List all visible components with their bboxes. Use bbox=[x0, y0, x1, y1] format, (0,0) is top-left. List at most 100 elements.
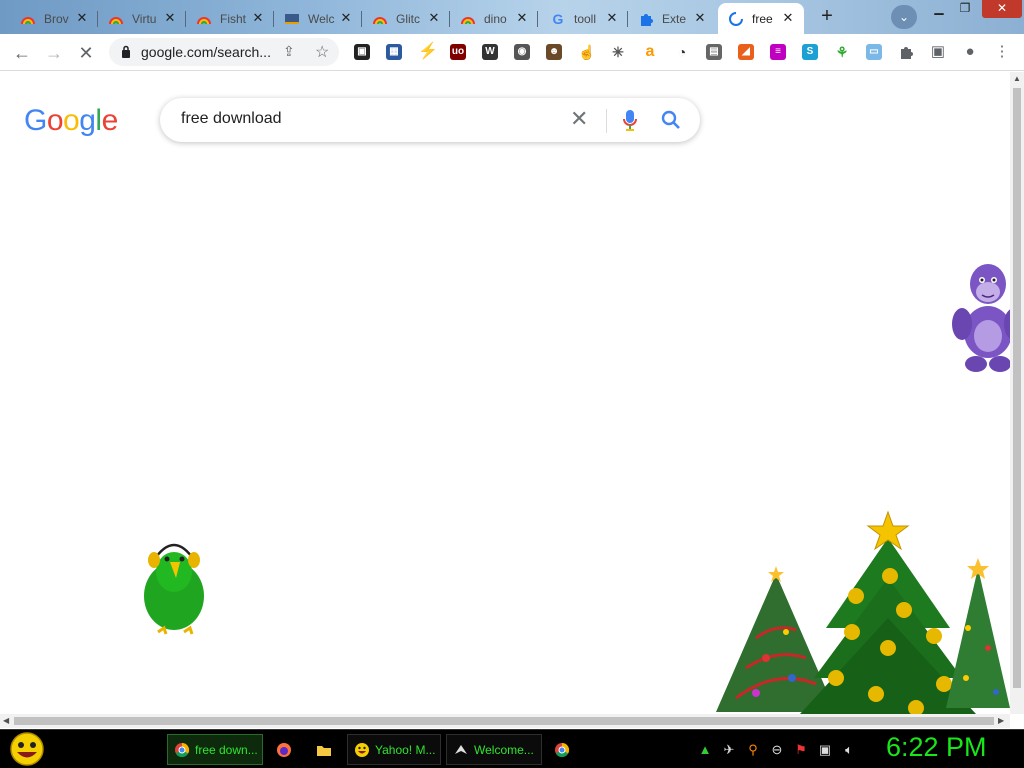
vertical-scrollbar[interactable]: ▲ bbox=[1010, 72, 1024, 714]
url-text: google.com/search... bbox=[141, 44, 271, 60]
tray-tree-icon[interactable]: ▲ bbox=[697, 742, 713, 758]
search-input[interactable]: free download bbox=[181, 110, 282, 128]
tab-6[interactable]: G tooll ✕ bbox=[540, 3, 628, 34]
extension-face-icon[interactable]: ☻ bbox=[546, 44, 562, 60]
tray-bird-icon[interactable]: ✈ bbox=[721, 742, 737, 758]
taskbar-item-firefox[interactable] bbox=[270, 734, 304, 765]
tab-8-active[interactable]: free ✕ bbox=[718, 3, 804, 34]
menu-kebab-icon[interactable]: ⋮ bbox=[993, 43, 1011, 61]
tray-minus-icon[interactable]: ⊖ bbox=[769, 742, 785, 758]
stop-button[interactable]: ✕ bbox=[75, 42, 97, 64]
extension-layers-icon[interactable]: ▤ bbox=[706, 44, 722, 60]
scroll-up-arrow-icon[interactable]: ▲ bbox=[1013, 74, 1021, 83]
tab-search-button[interactable]: ⌄ bbox=[891, 5, 917, 29]
google-logo[interactable]: Google bbox=[24, 104, 118, 138]
amazon-icon[interactable]: a bbox=[642, 44, 658, 60]
close-icon[interactable]: ✕ bbox=[692, 10, 708, 26]
clear-icon[interactable]: ✕ bbox=[570, 108, 588, 130]
chrome-rainbow-icon bbox=[196, 11, 212, 27]
extension-film-icon[interactable]: ◉ bbox=[514, 44, 530, 60]
clock[interactable]: 6:22 PM bbox=[886, 732, 987, 763]
extension-sparkle-icon[interactable]: ✳ bbox=[610, 44, 626, 60]
stop-icon: ✕ bbox=[78, 43, 94, 63]
tab-5[interactable]: dino ✕ bbox=[450, 3, 538, 34]
profile-avatar-icon[interactable]: ● bbox=[961, 43, 979, 61]
tab-0[interactable]: Brov ✕ bbox=[10, 3, 98, 34]
scroll-left-arrow-icon[interactable]: ◀ bbox=[3, 716, 9, 725]
close-icon[interactable]: ✕ bbox=[162, 10, 178, 26]
taskbar-item-chrome-active[interactable]: free down... bbox=[167, 734, 263, 765]
tab-title: free bbox=[752, 11, 773, 26]
tray-network-icon[interactable]: ▣ bbox=[817, 742, 833, 758]
start-smiley-icon[interactable] bbox=[8, 731, 46, 767]
puzzle-icon[interactable] bbox=[897, 43, 915, 61]
extension-bus-icon[interactable]: ▣ bbox=[354, 44, 370, 60]
chrome-icon bbox=[555, 742, 570, 757]
forward-button[interactable]: → bbox=[43, 42, 65, 64]
tab-1[interactable]: Virtu ✕ bbox=[98, 3, 186, 34]
page-icon bbox=[284, 11, 300, 27]
close-icon[interactable]: ✕ bbox=[338, 10, 354, 26]
tab-4[interactable]: Glitc ✕ bbox=[362, 3, 450, 34]
extension-cursor-icon[interactable]: ☝ bbox=[578, 44, 595, 60]
back-button[interactable]: ← bbox=[11, 42, 33, 64]
puzzle-icon bbox=[638, 11, 654, 27]
scroll-right-arrow-icon[interactable]: ▶ bbox=[998, 716, 1004, 725]
extension-wg-icon[interactable]: W bbox=[482, 44, 498, 60]
chrome-rainbow-icon bbox=[108, 11, 124, 27]
tab-7[interactable]: Exte ✕ bbox=[628, 3, 716, 34]
taskbar-item-folder[interactable] bbox=[310, 734, 344, 765]
close-icon[interactable]: ✕ bbox=[780, 10, 796, 26]
extension-lightning-icon[interactable]: ⚡ bbox=[418, 44, 438, 60]
taskbar-item-welcome[interactable]: Welcome... bbox=[446, 734, 542, 765]
tray-flag-icon[interactable]: ⚑ bbox=[793, 742, 809, 758]
side-panel-icon[interactable]: ▣ bbox=[929, 43, 947, 61]
bird-icon bbox=[455, 744, 467, 754]
extension-gauge-icon[interactable]: ◔ bbox=[674, 44, 690, 60]
scrollbar-thumb[interactable] bbox=[1013, 88, 1021, 688]
chevron-down-icon: ⌄ bbox=[898, 10, 910, 24]
arrow-right-icon: → bbox=[45, 43, 63, 63]
lock-icon bbox=[122, 45, 130, 58]
microphone-icon[interactable] bbox=[622, 108, 638, 132]
search-icon[interactable] bbox=[660, 109, 682, 131]
tab-2[interactable]: Fisht ✕ bbox=[186, 3, 274, 34]
new-tab-button[interactable]: + bbox=[816, 5, 838, 27]
extension-tag-icon[interactable]: ◢ bbox=[738, 44, 754, 60]
taskbar-item-yahoo[interactable]: Yahoo! M... bbox=[347, 734, 441, 765]
bookmark-star-icon[interactable]: ☆ bbox=[315, 42, 329, 62]
taskbar-item-chrome[interactable] bbox=[548, 734, 582, 765]
logo-letter: o bbox=[46, 104, 64, 137]
extension-s-icon[interactable]: S bbox=[802, 44, 818, 60]
tab-3[interactable]: Welc ✕ bbox=[274, 3, 362, 34]
scrollbar-thumb[interactable] bbox=[14, 717, 994, 725]
tab-title: Fisht bbox=[220, 11, 247, 26]
close-icon[interactable]: ✕ bbox=[250, 10, 266, 26]
search-box[interactable]: free download ✕ bbox=[160, 98, 700, 142]
close-icon[interactable]: ✕ bbox=[604, 10, 620, 26]
extension-screenshot-icon[interactable]: ▦ bbox=[386, 44, 402, 60]
tab-title: dino bbox=[484, 11, 507, 26]
taskbar-item-label: Yahoo! M... bbox=[375, 742, 436, 757]
minimize-button[interactable]: ▁ bbox=[926, 0, 952, 18]
ublock-origin-icon[interactable]: uo bbox=[450, 44, 466, 60]
close-icon[interactable]: ✕ bbox=[426, 10, 442, 26]
tray-search-icon[interactable]: ⚲ bbox=[745, 742, 761, 758]
restore-button[interactable]: ❐ bbox=[952, 0, 978, 18]
green-parrot-character[interactable] bbox=[136, 532, 212, 642]
extension-plant-icon[interactable]: ⚘ bbox=[834, 44, 850, 60]
extension-stripes-icon[interactable]: ≡ bbox=[770, 44, 786, 60]
window-close-button[interactable]: ✕ bbox=[982, 0, 1022, 18]
taskbar-item-label: free down... bbox=[195, 742, 258, 757]
address-bar[interactable]: google.com/search... ⇪ ☆ bbox=[109, 38, 339, 66]
taskbar: free down... Yahoo! M... Welcome... ▲ ✈ … bbox=[0, 729, 1024, 768]
tray-volume-icon[interactable]: 🔈︎ bbox=[841, 742, 857, 758]
tab-strip: Brov ✕ Virtu ✕ Fisht ✕ Welc ✕ Glitc ✕ di… bbox=[0, 0, 1024, 34]
close-icon[interactable]: ✕ bbox=[74, 10, 90, 26]
close-icon[interactable]: ✕ bbox=[514, 10, 530, 26]
horizontal-scrollbar[interactable]: ◀ ▶ bbox=[0, 714, 1010, 728]
extension-window-icon[interactable]: ▭ bbox=[866, 44, 882, 60]
logo-letter: g bbox=[79, 104, 96, 137]
share-icon[interactable]: ⇪ bbox=[283, 43, 295, 60]
folder-icon bbox=[317, 745, 331, 756]
